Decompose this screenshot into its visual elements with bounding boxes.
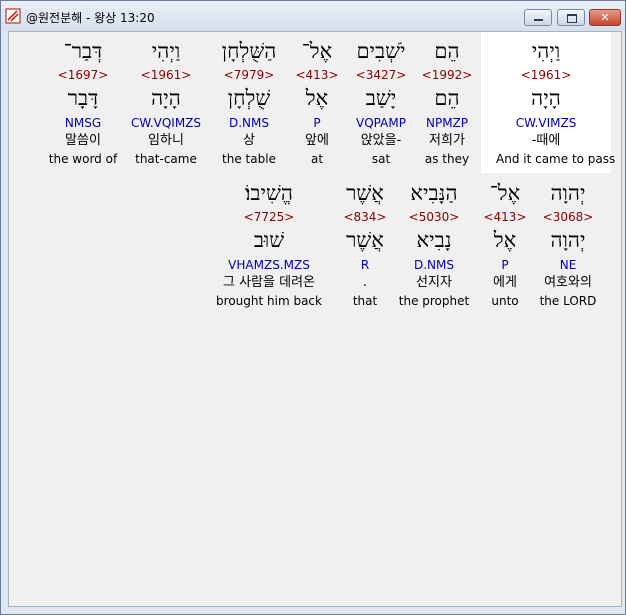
strong-number[interactable]: <7725> [189, 210, 349, 224]
interlinear-panel: וַיְהִי <1961> הָיָה CW.VIMZS -때에 And it… [8, 31, 622, 607]
parsing-code: CW.VIMZS [515, 116, 577, 130]
korean-gloss: 말씀이 [65, 133, 101, 148]
strong-number[interactable]: <1697> [33, 68, 133, 82]
close-icon: ✕ [600, 11, 610, 24]
english-gloss: brought him back [216, 294, 322, 308]
minimize-icon [534, 19, 543, 21]
title-bar[interactable]: @원전분해 - 왕상 13:20 ✕ [1, 1, 625, 31]
parsing-code: VHAMZS.MZS [228, 258, 310, 272]
hebrew-lemma: דָּבָר [67, 86, 99, 110]
hebrew-lemma: הָיָה [531, 86, 561, 110]
close-button[interactable]: ✕ [589, 9, 621, 26]
maximize-icon [567, 14, 577, 23]
hebrew-word: דְּבַר־ [63, 39, 103, 63]
hebrew-lemma: שׁוּב [253, 228, 285, 252]
strong-number[interactable]: <1961> [496, 68, 596, 82]
app-icon [5, 8, 21, 24]
english-gloss: And it came to pass [496, 152, 616, 166]
english-gloss: the word of [48, 152, 118, 166]
window-title: @원전분해 - 왕상 13:20 [26, 11, 155, 25]
korean-gloss: 그 사람을 데려온 [223, 275, 315, 290]
app-window: @원전분해 - 왕상 13:20 ✕ וַיְהִי <1961> הָיָה … [0, 0, 626, 615]
korean-gloss: -때에 [531, 133, 561, 148]
parsing-code: NMSG [64, 116, 102, 130]
maximize-button[interactable] [557, 9, 585, 26]
hebrew-word: הֱשִׁיבוֹ׃ [245, 181, 293, 205]
minimize-button[interactable] [524, 9, 552, 26]
hebrew-word: וַיְהִי [531, 39, 561, 63]
